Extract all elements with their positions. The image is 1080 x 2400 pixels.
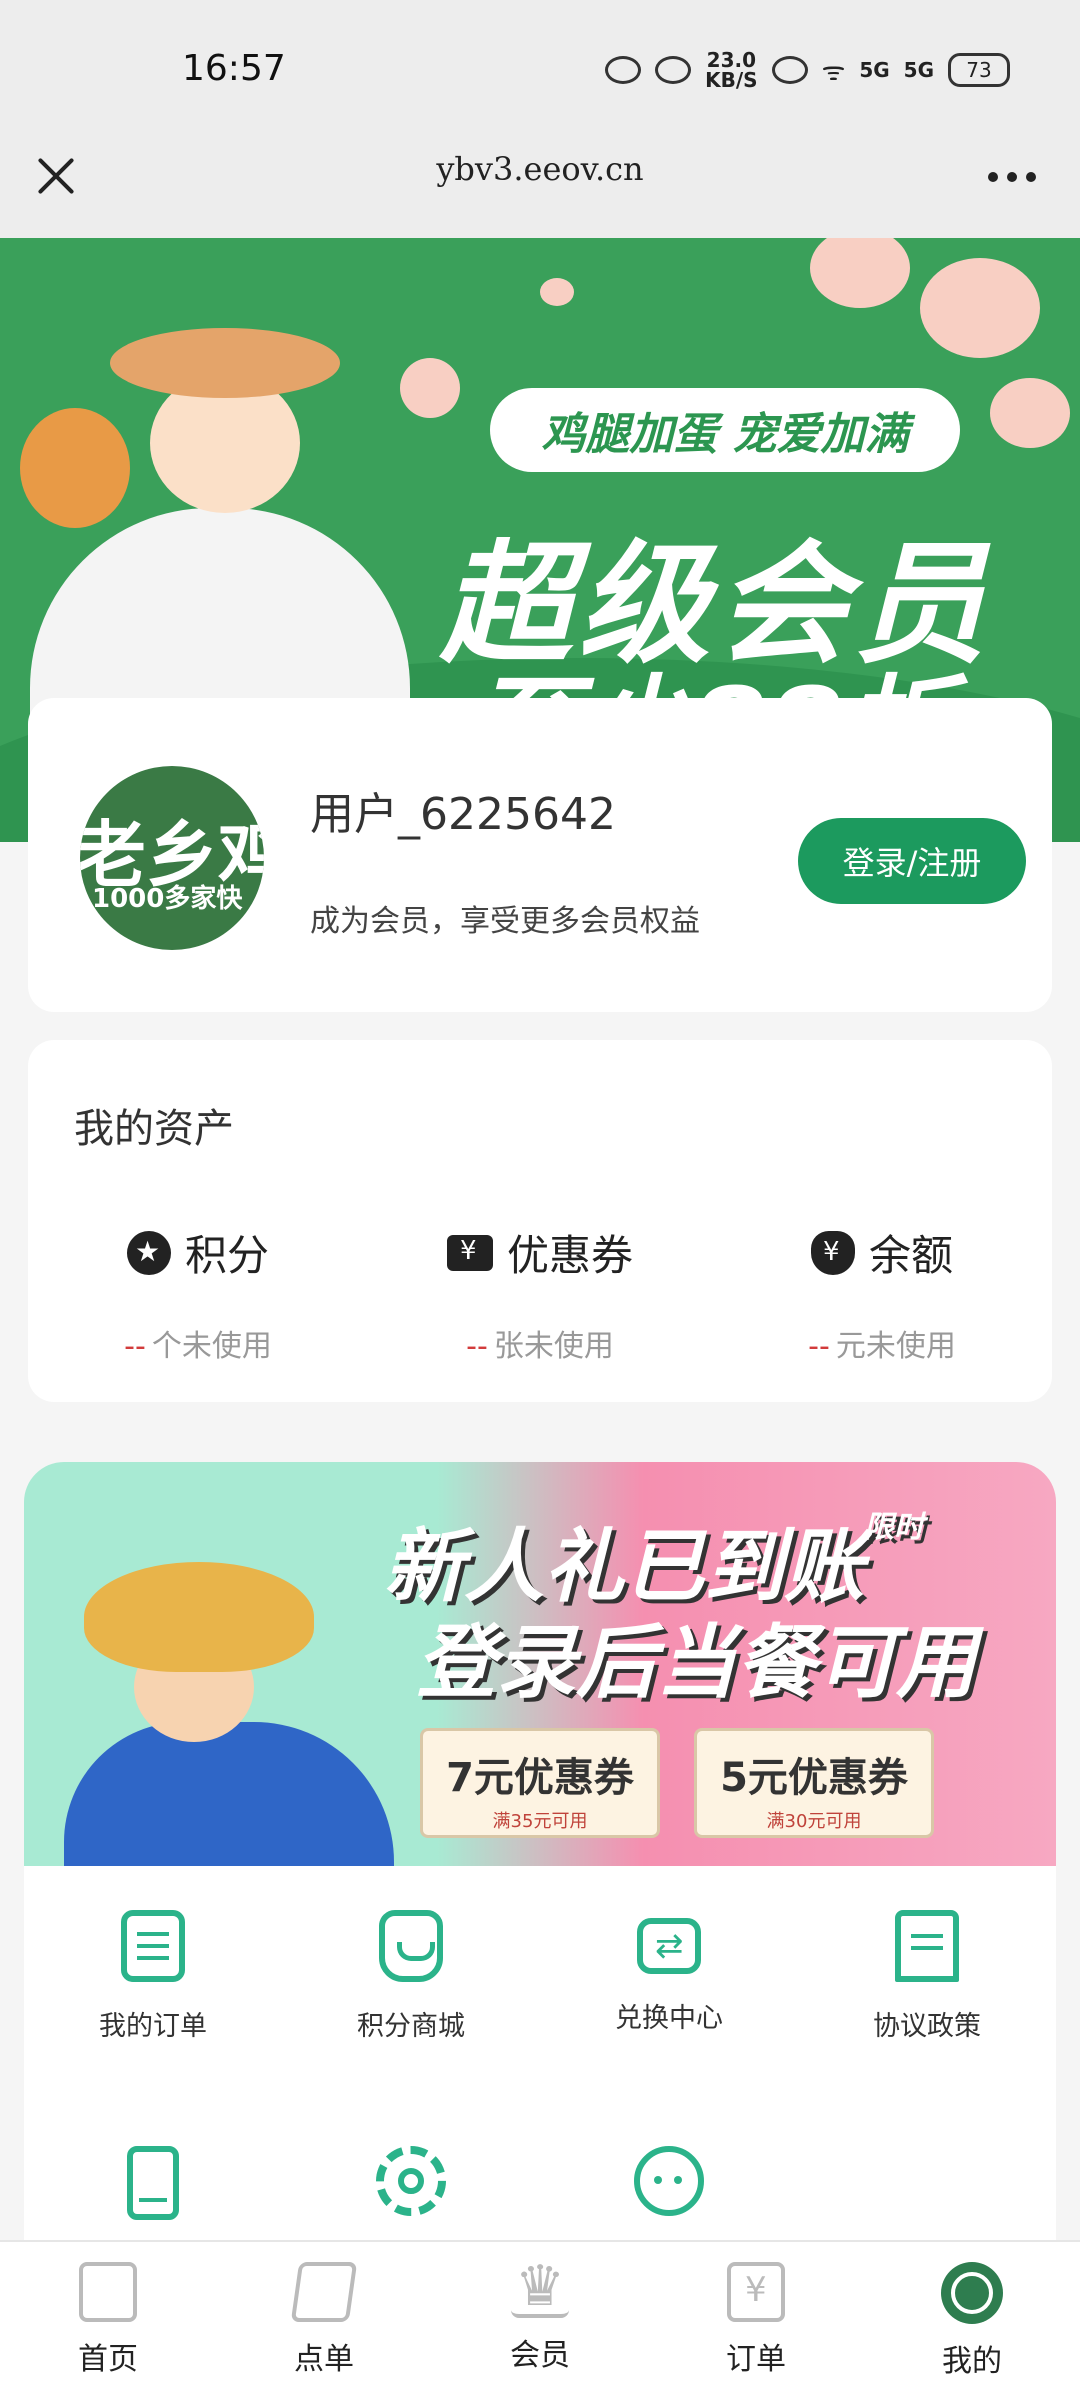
more-options-icon[interactable] [988,172,1036,182]
blossom-decoration [990,378,1070,448]
hd-icon [771,56,808,84]
home-icon [79,2262,137,2322]
document-icon [895,1910,959,1982]
gear-icon [376,2146,446,2216]
shortcut-points-mall[interactable]: 积分商城 [282,1910,540,2043]
signal-5g-1: 5G [859,58,890,82]
exchange-icon [637,1918,701,1974]
tab-home[interactable]: 首页 [0,2262,216,2378]
blossom-decoration [920,258,1040,358]
blossom-decoration [540,278,574,306]
shortcut-policy[interactable]: 协议政策 [798,1910,1056,2043]
signal-5g-2: 5G [903,58,934,82]
bottom-tab-bar: 首页 点单 会员 订单 我的 [0,2240,1080,2400]
user-card: 老乡鸡 1000多家快 用户_6225642 成为会员，享受更多会员权益 登录/… [28,698,1052,1012]
blossom-decoration [810,238,910,308]
network-speed: 23.0 KB/S [705,48,758,92]
shortcut-exchange-center[interactable]: 兑换中心 [540,1910,798,2035]
mall-icon [379,1910,443,1982]
assets-title: 我的资产 [74,1106,234,1152]
app-notification-icon [605,56,642,84]
ticket-icon [446,1234,493,1271]
asset-points[interactable]: 积分 --个未使用 [28,1222,368,1365]
shortcut-my-orders[interactable]: 我的订单 [24,1910,282,2043]
profile-icon [941,2262,1003,2324]
status-time: 16:57 [182,48,286,89]
tab-mine[interactable]: 我的 [864,2262,1080,2380]
money-bag-icon [810,1230,855,1275]
login-register-button[interactable]: 登录/注册 [798,818,1026,904]
page-url: ybv3.eeov.cn [436,150,644,188]
browser-toolbar: ybv3.eeov.cn [0,120,1080,238]
wifi-icon: ᯤ [821,57,846,87]
hero-pill-slogan: 鸡腿加蛋 宠爱加满 [490,388,960,472]
clipboard-icon [121,1910,185,1982]
avatar[interactable]: 老乡鸡 1000多家快 [80,766,264,950]
member-benefit-hint: 成为会员，享受更多会员权益 [310,904,700,939]
tab-order-food[interactable]: 点单 [216,2262,432,2378]
shortcut-grid: 我的订单 积分商城 兑换中心 协议政策 [24,1866,1056,2240]
coupon-7: 7元优惠券 满35元可用 [420,1728,660,1838]
assets-card: 我的资产 积分 --个未使用 优惠券 --张未使用 余额 --元未使用 [28,1040,1052,1402]
service-icon [634,2146,704,2216]
farmer-illustration [64,1522,394,1866]
tab-orders[interactable]: 订单 [648,2262,864,2378]
crown-icon [511,2254,569,2319]
battery-indicator: 73 [948,53,1010,87]
phone-icon [127,2146,179,2220]
shortcut-settings[interactable] [282,2146,540,2216]
settings-notification-icon [655,56,692,84]
coupon-5: 5元优惠券 满30元可用 [694,1728,934,1838]
new-user-promo-banner[interactable]: 新人礼已到账限时 登录后当餐可用 7元优惠券 满35元可用 5元优惠券 满30元… [24,1462,1056,1866]
shortcut-customer-service[interactable] [540,2146,798,2216]
status-bar: 16:57 23.0 KB/S ᯤ 5G 5G 73 [0,0,1080,140]
asset-balance[interactable]: 余额 --元未使用 [712,1222,1052,1365]
menu-icon [290,2262,358,2322]
promo-subline: 登录后当餐可用 [416,1616,976,1709]
tab-member[interactable]: 会员 [432,2254,648,2374]
asset-coupons[interactable]: 优惠券 --张未使用 [370,1222,710,1365]
receipt-icon [727,2262,785,2322]
star-icon [126,1230,171,1275]
status-icons: 23.0 KB/S ᯤ 5G 5G 73 [605,50,1010,90]
shortcut-phone[interactable] [24,2146,282,2220]
username: 用户_6225642 [310,789,616,840]
